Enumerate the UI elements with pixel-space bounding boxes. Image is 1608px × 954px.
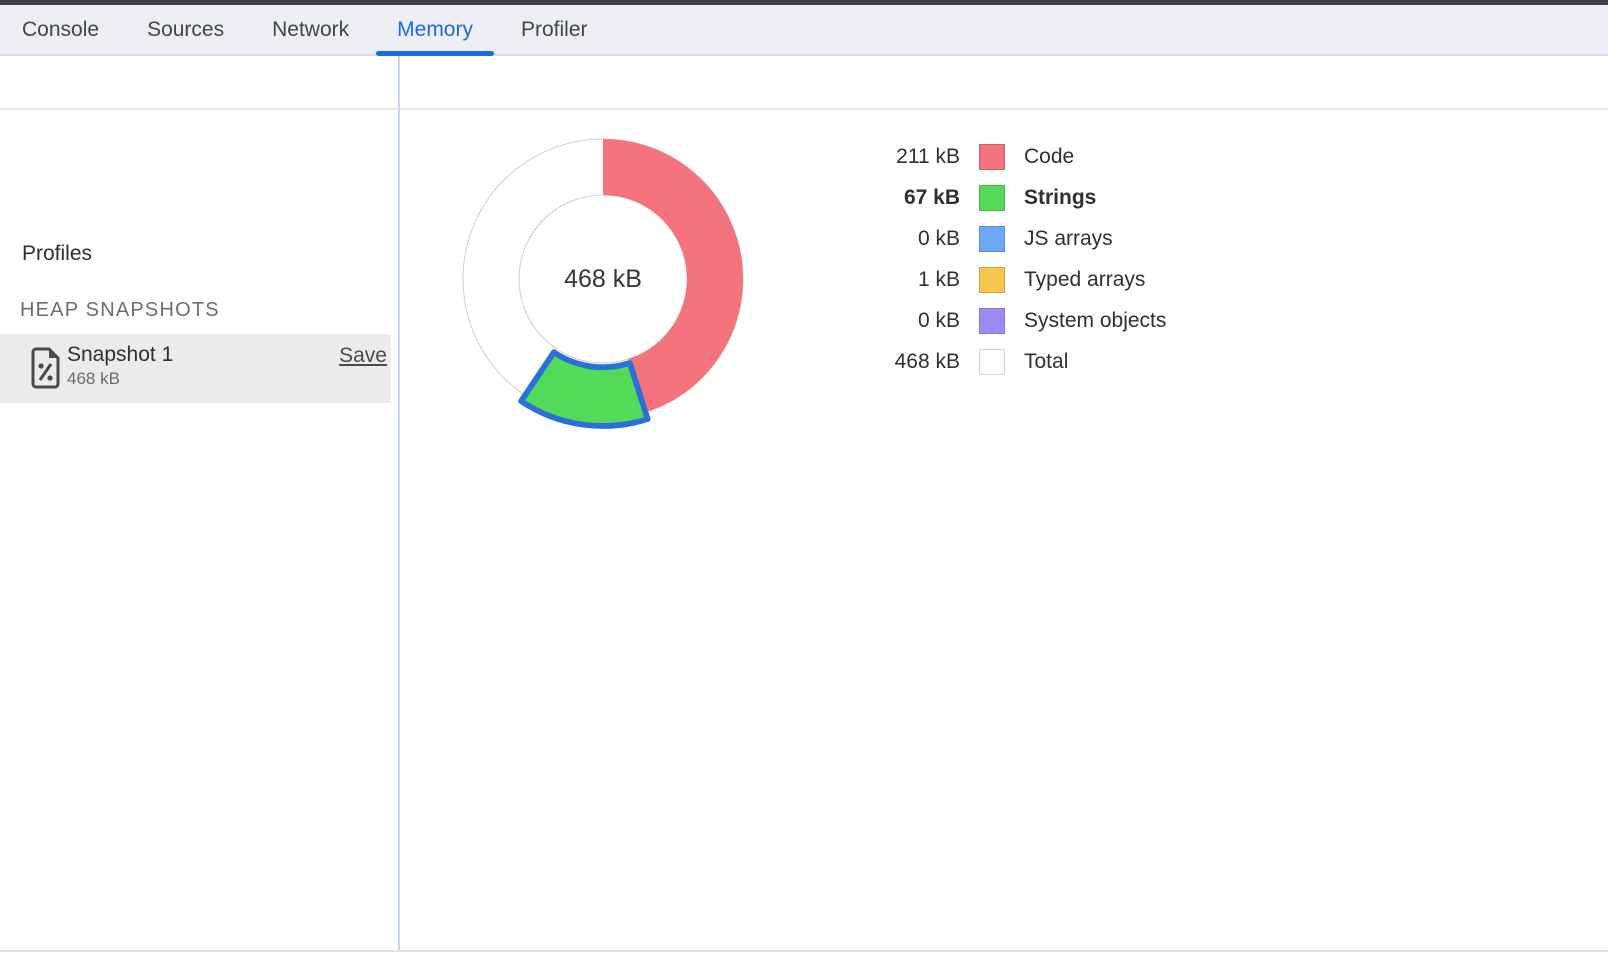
chart-legend: 211 kB Code 67 kB Strings 0 kB JS arrays… (858, 136, 1166, 382)
devtools-memory-panel: Console Sources Network Memory Profiler … (0, 0, 1608, 954)
legend-color-swatch-total (979, 349, 1005, 375)
legend-label: Typed arrays (1024, 268, 1145, 292)
tab-network[interactable]: Network (251, 5, 370, 54)
legend-label: Code (1024, 145, 1074, 169)
panel-tab-bar: Console Sources Network Memory Profiler (0, 5, 1608, 56)
tab-memory-label: Memory (397, 18, 473, 41)
tab-console[interactable]: Console (1, 5, 120, 54)
tab-sources[interactable]: Sources (126, 5, 245, 54)
snapshot-title: Snapshot 1 (67, 343, 173, 367)
legend-label: Strings (1024, 186, 1096, 210)
legend-value: 0 kB (858, 227, 960, 251)
donut-slice-strings[interactable] (521, 352, 648, 426)
bottom-border (0, 950, 1608, 952)
snapshot-size: 468 kB (67, 369, 120, 389)
legend-label: Total (1024, 350, 1068, 374)
legend-row-system-objects: 0 kB System objects (858, 300, 1166, 341)
legend-row-js-arrays: 0 kB JS arrays (858, 218, 1166, 259)
legend-value: 211 kB (858, 145, 960, 169)
profiles-sidebar: Profiles HEAP SNAPSHOTS Snapshot 1 468 k… (0, 110, 398, 950)
legend-color-swatch-strings (979, 185, 1005, 211)
legend-row-typed-arrays: 1 kB Typed arrays (858, 259, 1166, 300)
legend-color-swatch-system-objects (979, 308, 1005, 334)
save-snapshot-link[interactable]: Save (339, 344, 387, 368)
memory-toolbar: Statistics (0, 56, 1608, 110)
legend-label: System objects (1024, 309, 1166, 333)
legend-row-strings: 67 kB Strings (858, 177, 1166, 218)
legend-value: 0 kB (858, 309, 960, 333)
legend-value: 67 kB (858, 186, 960, 210)
snapshot-list-item[interactable]: Snapshot 1 468 kB Save (0, 334, 391, 403)
tab-profiler[interactable]: Profiler (500, 5, 609, 54)
legend-color-swatch-typed-arrays (979, 267, 1005, 293)
legend-color-swatch-js-arrays (979, 226, 1005, 252)
profiles-heading: Profiles (22, 242, 92, 266)
legend-value: 468 kB (858, 350, 960, 374)
legend-row-code: 211 kB Code (858, 136, 1166, 177)
legend-color-swatch-code (979, 144, 1005, 170)
legend-label: JS arrays (1024, 227, 1113, 251)
heap-snapshot-file-icon (31, 347, 60, 389)
tab-memory[interactable]: Memory (376, 5, 494, 54)
donut-total-label: 468 kB (443, 265, 763, 294)
heap-snapshots-section-heading: HEAP SNAPSHOTS (20, 299, 220, 322)
legend-value: 1 kB (858, 268, 960, 292)
legend-row-total: 468 kB Total (858, 341, 1166, 382)
